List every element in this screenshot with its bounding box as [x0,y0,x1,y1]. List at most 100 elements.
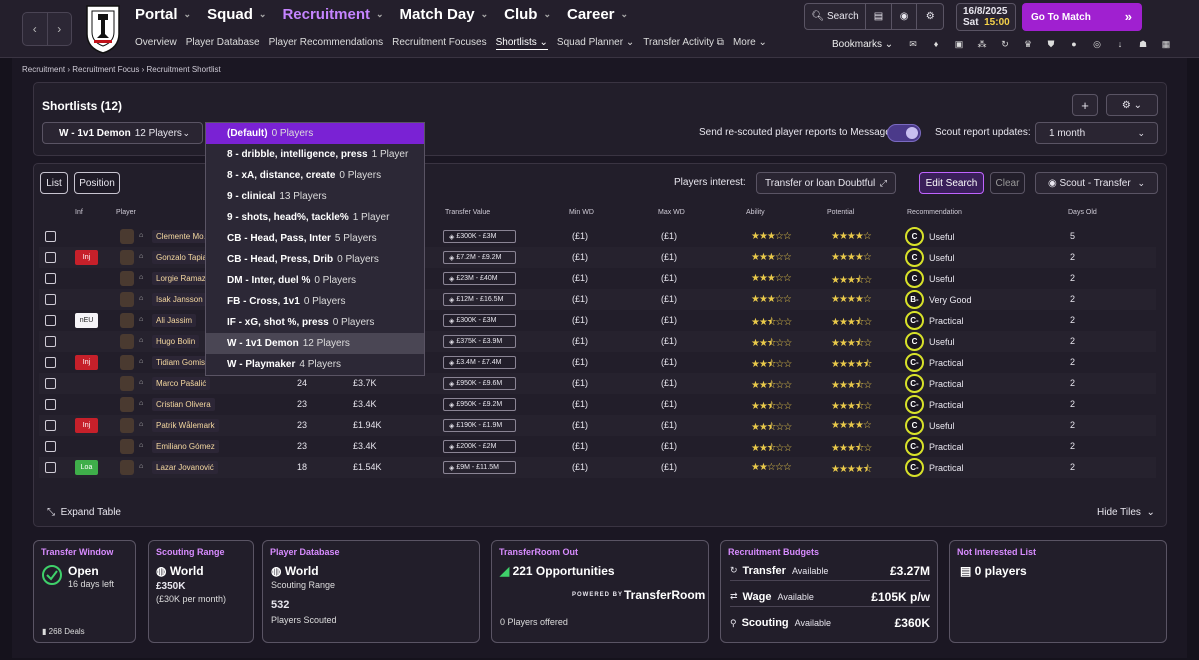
refresh-icon[interactable]: ↻ [997,38,1013,50]
settings-button[interactable]: ⚙ ⌄ [1106,94,1158,116]
notes-icon[interactable]: ▤ [866,4,892,29]
dropdown-option[interactable]: W - 1v1 Demon 12 Players [206,333,424,354]
dropdown-option[interactable]: W - Playmaker 4 Players [206,354,424,375]
row-checkbox[interactable] [45,273,56,284]
dropdown-option[interactable]: 9 - clinical 13 Players [206,186,424,207]
staff-icon[interactable]: ☗ [1135,38,1151,50]
edit-search-button[interactable]: Edit Search [919,172,984,194]
player-name[interactable]: Emiliano Gómez [152,440,219,453]
player-name[interactable]: Hugo Bolin [152,335,200,348]
player-name[interactable]: Ali Jassim [152,314,197,327]
dropdown-option[interactable]: CB - Head, Pass, Inter 5 Players [206,228,424,249]
clear-button[interactable]: Clear [990,172,1025,194]
player-profile-icon[interactable]: ⌂ [139,253,143,260]
row-checkbox[interactable] [45,357,56,368]
status-badge[interactable]: nEU [75,313,98,328]
row-checkbox[interactable] [45,231,56,242]
tactics-icon[interactable]: ⁂ [974,38,990,50]
shield-icon[interactable]: ⛊ [1043,38,1059,50]
nav-match-day[interactable]: Match Day ⌄ [400,6,489,23]
player-profile-icon[interactable]: ⌂ [139,463,143,470]
forward-arrow-icon[interactable]: › [48,13,72,45]
download-icon[interactable]: ↓ [1112,38,1128,50]
players-interest-select[interactable]: Transfer or loan Doubtful ⤢ [756,172,896,194]
subnav-more[interactable]: More ⌄ [733,37,767,50]
player-profile-icon[interactable]: ⌂ [139,274,143,281]
row-checkbox[interactable] [45,336,56,347]
ball-icon[interactable]: ● [1066,38,1082,50]
transfer-value-range[interactable]: ◈ £12M - £16.5M [443,293,516,306]
transfer-value-range[interactable]: ◈ £950K - £9.6M [443,377,516,390]
dropdown-option[interactable]: 8 - xA, distance, create 0 Players [206,165,424,186]
table-row[interactable]: Inj ⌂ Patrik Wålemark 23 £1.94K ◈ £190K - £1.… [39,415,1156,436]
transfer-value-range[interactable]: ◈ £3.4M - £7.4M [443,356,516,369]
nav-squad[interactable]: Squad ⌄ [207,6,266,23]
add-shortlist-button[interactable]: + [1072,94,1098,116]
col-min-wd[interactable]: Min WD [569,209,594,216]
player-profile-icon[interactable]: ⌂ [139,400,143,407]
send-reports-toggle[interactable] [887,124,921,142]
dropdown-option[interactable]: DM - Inter, duel % 0 Players [206,270,424,291]
scout-view-select[interactable]: ◉ Scout - Transfer ⌄ [1035,172,1158,194]
subnav-recruitment-focuses[interactable]: Recruitment Focuses [392,37,486,50]
row-checkbox[interactable] [45,378,56,389]
inbox-icon[interactable]: ✉ [905,38,921,50]
transfer-window-tile[interactable]: Transfer Window Open 16 days left ▮ 268 … [33,540,136,643]
shirt-icon[interactable]: ♦ [928,38,944,50]
table-row[interactable]: ⌂ Cristian Olivera 23 £3.4K ◈ £950K - £9.2M (… [39,394,1156,415]
transfer-value-range[interactable]: ◈ £375K - £3.9M [443,335,516,348]
player-database-tile[interactable]: Player Database ◍ World Scouting Range 5… [262,540,480,643]
table-row[interactable]: ⌂ Marco Pašalić 24 £3.7K ◈ £950K - £9.6M (£1)… [39,373,1156,394]
transfer-value-range[interactable]: ◈ £9M - £11.5M [443,461,516,474]
dropdown-option[interactable]: FB - Cross, 1v1 0 Players [206,291,424,312]
row-checkbox[interactable] [45,252,56,263]
recruitment-budgets-tile[interactable]: Recruitment Budgets ↻ Transfer Available £3… [720,540,938,643]
status-badge[interactable]: Inj [75,355,98,370]
player-name[interactable]: Tidiam Gomis [152,356,210,369]
status-badge[interactable]: Inj [75,418,98,433]
col-potential[interactable]: Potential [827,209,854,216]
scouting-range-tile[interactable]: Scouting Range ◍ World £350K (£30K per m… [148,540,254,643]
row-checkbox[interactable] [45,399,56,410]
nav-club[interactable]: Club ⌄ [504,6,551,23]
table-row[interactable]: ⌂ Emiliano Gómez 23 £3.4K ◈ £200K - £2M (£1) (… [39,436,1156,457]
col-max-wd[interactable]: Max WD [658,209,685,216]
row-checkbox[interactable] [45,441,56,452]
nav-recruitment[interactable]: Recruitment ⌄ [282,6,383,23]
transfer-value-range[interactable]: ◈ £300K - £3M [443,314,516,327]
transfer-value-range[interactable]: ◈ £200K - £2M [443,440,516,453]
club-crest-logo[interactable] [84,4,122,54]
list-view-button[interactable]: List [40,172,68,194]
nav-career[interactable]: Career ⌄ [567,6,628,23]
player-profile-icon[interactable]: ⌂ [139,379,143,386]
scout-updates-select[interactable]: 1 month ⌄ [1035,122,1158,144]
dropdown-option[interactable]: 9 - shots, head%, tackle% 1 Player [206,207,424,228]
row-checkbox[interactable] [45,294,56,305]
not-interested-tile[interactable]: Not Interested List ▤ 0 players [949,540,1167,643]
hide-tiles-button[interactable]: Hide Tiles ⌄ [1097,507,1155,518]
status-badge[interactable]: Inj [75,250,98,265]
player-name[interactable]: Marco Pašalić [152,377,211,390]
subnav-player-recommendations[interactable]: Player Recommendations [269,37,384,50]
col-recommendation[interactable]: Recommendation [907,209,962,216]
player-name[interactable]: Cristian Olivera [152,398,215,411]
row-checkbox[interactable] [45,420,56,431]
col-transfer-value[interactable]: Transfer Value [445,209,490,216]
report-icon[interactable]: ▣ [951,38,967,50]
globe-icon[interactable]: ◉ [892,4,918,29]
col-ability[interactable]: Ability [746,209,765,216]
col-inf[interactable]: Inf [75,209,83,216]
player-profile-icon[interactable]: ⌂ [139,442,143,449]
subnav-overview[interactable]: Overview [135,37,177,50]
game-date[interactable]: 16/8/2025 Sat 15:00 [956,3,1016,31]
target-icon[interactable]: ◎ [1089,38,1105,50]
trophy-icon[interactable]: ♛ [1020,38,1036,50]
subnav-transfer-activity[interactable]: Transfer Activity ⧉ [643,37,724,50]
player-profile-icon[interactable]: ⌂ [139,295,143,302]
dropdown-option[interactable]: CB - Head, Press, Drib 0 Players [206,249,424,270]
calendar-icon[interactable]: ▦ [1158,38,1174,50]
bookmarks-menu[interactable]: Bookmarks ⌄ [832,39,893,50]
player-profile-icon[interactable]: ⌂ [139,358,143,365]
transfer-value-range[interactable]: ◈ £23M - £40M [443,272,516,285]
subnav-shortlists[interactable]: Shortlists ⌄ [495,37,548,50]
